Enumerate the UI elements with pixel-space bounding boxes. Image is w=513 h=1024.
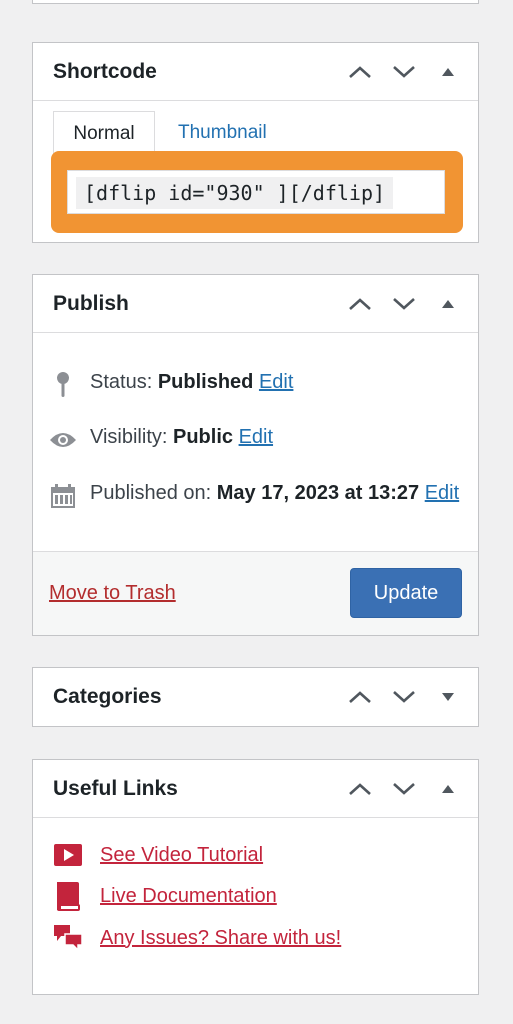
- published-label: Published on:: [90, 482, 217, 504]
- calendar-icon: [49, 482, 77, 510]
- move-up-button[interactable]: [338, 50, 382, 94]
- video-play-icon: [53, 840, 83, 870]
- status-value: Published: [157, 371, 254, 393]
- chevron-down-icon: [393, 782, 415, 795]
- chevron-up-icon: [349, 297, 371, 310]
- triangle-up-icon: [442, 67, 454, 76]
- move-to-trash-link[interactable]: Move to Trash: [49, 582, 176, 605]
- publish-header: Publish: [33, 275, 478, 333]
- chevron-up-icon: [349, 782, 371, 795]
- book-icon: [53, 881, 83, 911]
- visibility-value: Public: [173, 426, 234, 448]
- shortcode-tabs: Normal Thumbnail: [33, 101, 478, 155]
- move-up-button[interactable]: [338, 767, 382, 811]
- chevron-down-icon: [393, 65, 415, 78]
- triangle-down-icon: [442, 692, 454, 701]
- visibility-row: Visibility: Public Edit: [49, 426, 273, 454]
- edit-visibility-link[interactable]: Edit: [239, 426, 273, 448]
- categories-header: Categories: [33, 668, 478, 725]
- shortcode-header: Shortcode: [33, 43, 478, 101]
- chevron-down-icon: [393, 297, 415, 310]
- edit-status-link[interactable]: Edit: [259, 371, 293, 393]
- toggle-panel-button[interactable]: [426, 282, 478, 326]
- shortcode-title: Shortcode: [53, 59, 157, 83]
- toggle-panel-button[interactable]: [426, 767, 478, 811]
- published-value: May 17, 2023 at 13:27: [216, 482, 420, 504]
- previous-metabox-bottom: [32, 0, 479, 4]
- edit-date-link[interactable]: Edit: [425, 482, 459, 504]
- tab-normal[interactable]: Normal: [53, 111, 155, 155]
- status-label: Status:: [90, 371, 158, 393]
- chevron-up-icon: [349, 65, 371, 78]
- toggle-panel-button[interactable]: [426, 50, 478, 94]
- status-row: Status: Published Edit: [49, 371, 293, 399]
- tab-thumbnail[interactable]: Thumbnail: [178, 111, 267, 155]
- useful-link-item: Any Issues? Share with us!: [53, 923, 341, 953]
- shortcode-text[interactable]: [dflip id="930" ][/dflip]: [76, 177, 394, 209]
- useful-link-item: See Video Tutorial: [53, 840, 263, 870]
- chevron-up-icon: [349, 690, 371, 703]
- useful-link-item: Live Documentation: [53, 881, 277, 911]
- publish-title: Publish: [53, 291, 129, 315]
- pin-icon: [49, 371, 77, 399]
- toggle-panel-button[interactable]: [426, 675, 478, 719]
- move-down-button[interactable]: [382, 50, 426, 94]
- useful-links-title: Useful Links: [53, 776, 178, 800]
- publish-actions: Move to Trash Update: [33, 551, 478, 635]
- visibility-label: Visibility:: [90, 426, 173, 448]
- shortcode-metabox: Shortcode Normal Thumbnail [dflip id="93…: [32, 42, 479, 243]
- useful-links-metabox: Useful Links See Video Tutorial Live Doc…: [32, 759, 479, 995]
- move-down-button[interactable]: [382, 282, 426, 326]
- chevron-down-icon: [393, 690, 415, 703]
- useful-links-header: Useful Links: [33, 760, 478, 818]
- categories-title: Categories: [53, 684, 162, 708]
- publish-metabox: Publish Status: Published Edit Visibilit…: [32, 274, 479, 636]
- live-documentation-link[interactable]: Live Documentation: [100, 885, 277, 908]
- update-button[interactable]: Update: [350, 568, 462, 618]
- move-up-button[interactable]: [338, 282, 382, 326]
- triangle-up-icon: [442, 784, 454, 793]
- shortcode-field[interactable]: [dflip id="930" ][/dflip]: [67, 170, 445, 214]
- share-issues-link[interactable]: Any Issues? Share with us!: [100, 927, 341, 950]
- move-down-button[interactable]: [382, 767, 426, 811]
- eye-icon: [49, 426, 77, 454]
- video-tutorial-link[interactable]: See Video Tutorial: [100, 844, 263, 867]
- categories-metabox: Categories: [32, 667, 479, 727]
- move-up-button[interactable]: [338, 675, 382, 719]
- chat-bubbles-icon: [53, 923, 83, 953]
- published-on-row: Published on: May 17, 2023 at 13:27 Edit: [49, 480, 469, 510]
- triangle-up-icon: [442, 299, 454, 308]
- move-down-button[interactable]: [382, 675, 426, 719]
